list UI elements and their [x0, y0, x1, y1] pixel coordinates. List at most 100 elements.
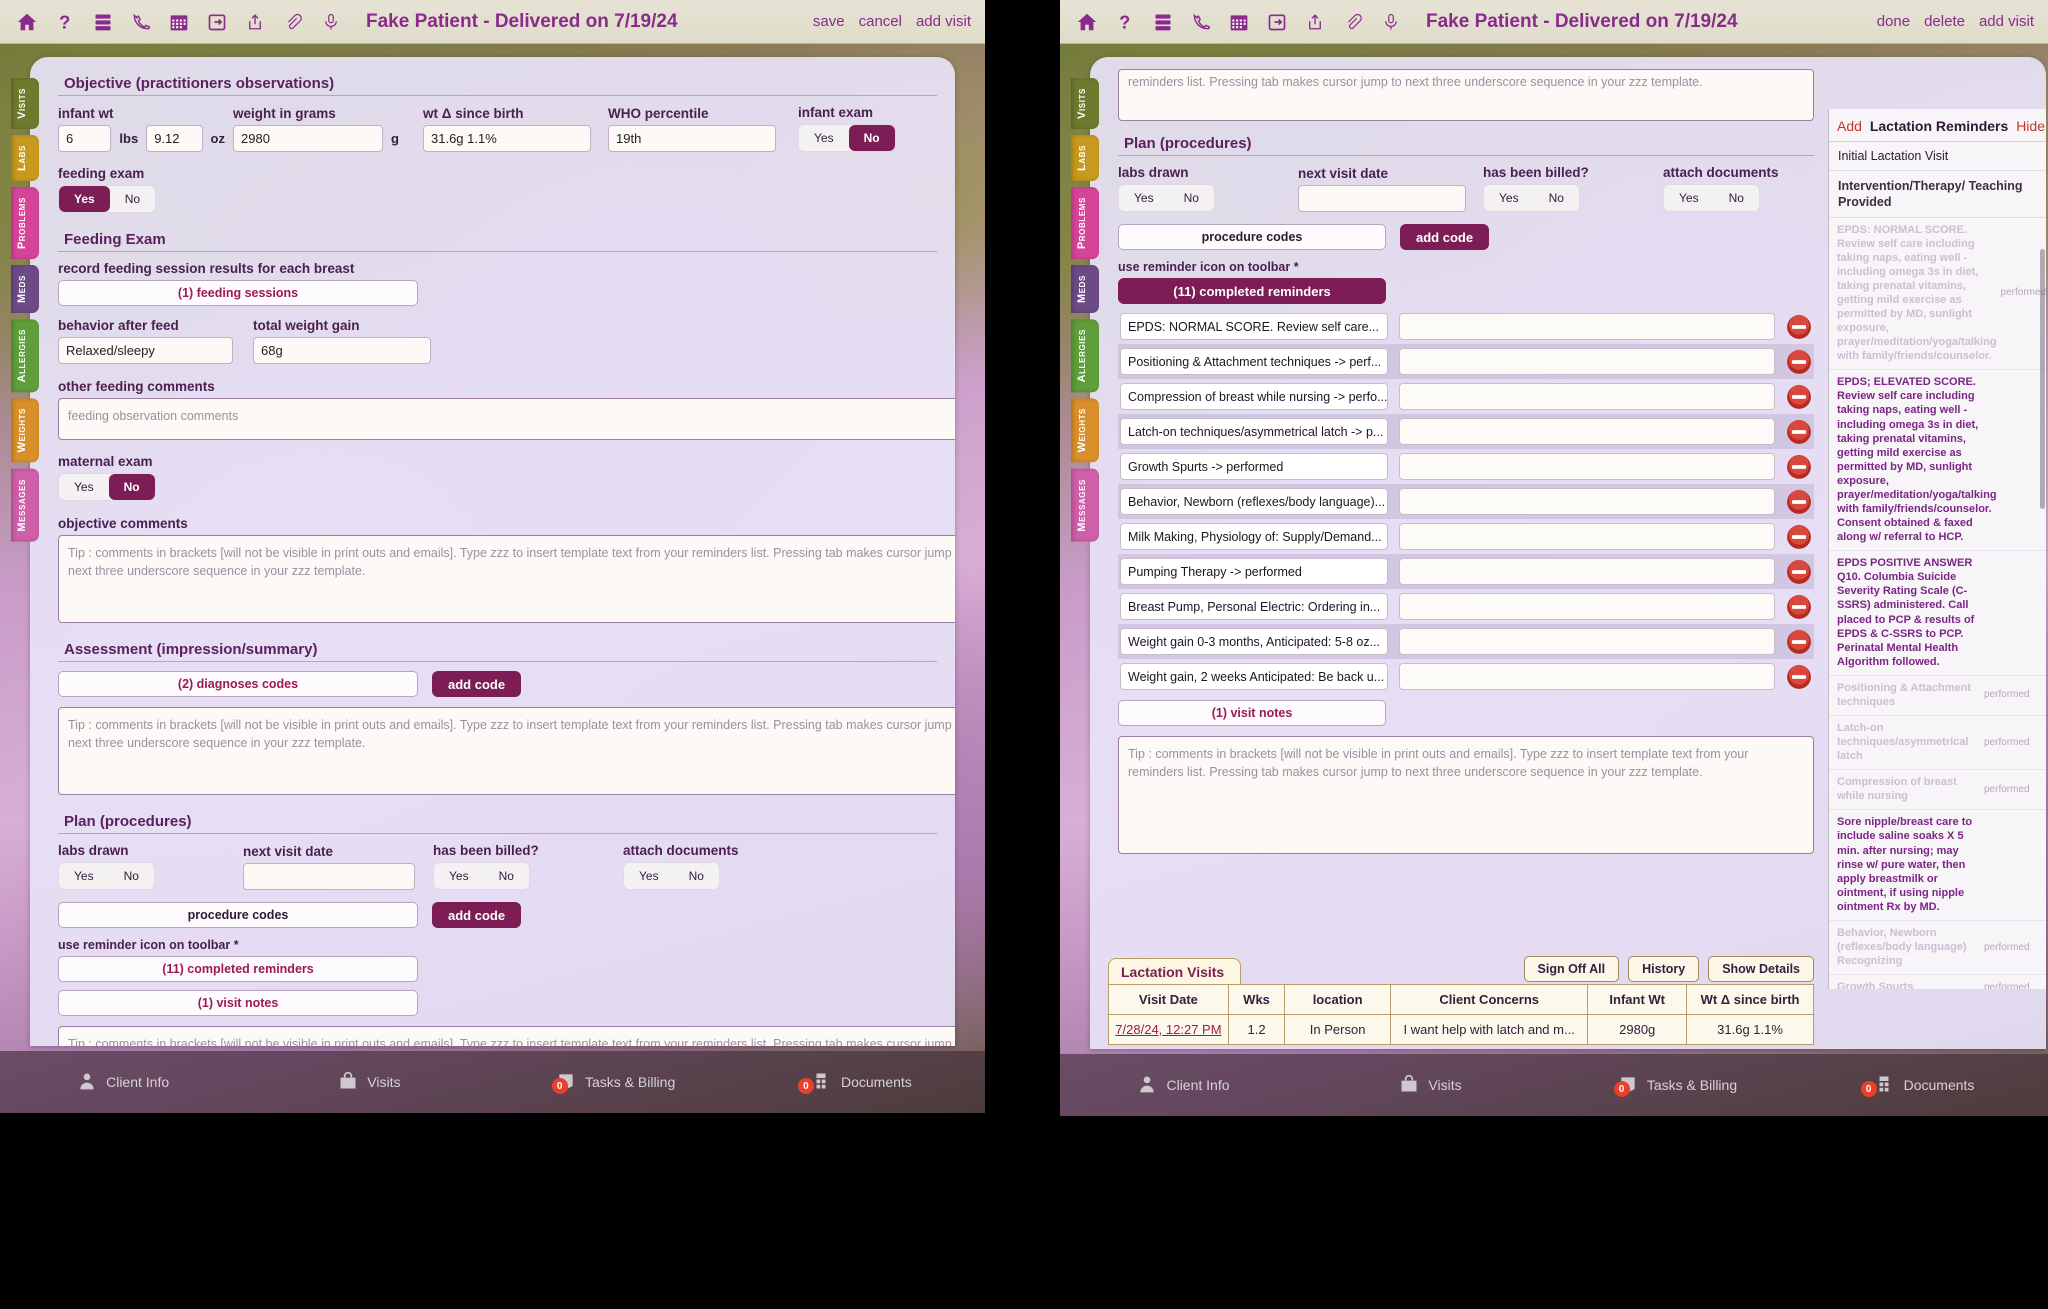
home-icon[interactable] [14, 9, 40, 35]
reminder-panel-item[interactable]: Behavior, Newborn (reflexes/body languag… [1829, 921, 2046, 976]
reminder-name[interactable]: Growth Spurts -> performed [1120, 453, 1388, 480]
home-icon[interactable] [1074, 9, 1100, 35]
remove-icon[interactable] [1786, 489, 1812, 515]
plan-comments-input[interactable]: Tip : comments in brackets [will not be … [58, 1026, 955, 1046]
procedure-codes-button[interactable]: procedure codes [58, 902, 418, 928]
right-attach-toggle[interactable]: Yes No [1663, 184, 1760, 212]
reminder-name[interactable]: Weight gain, 2 weeks Anticipated: Be bac… [1120, 663, 1388, 690]
remove-icon[interactable] [1786, 384, 1812, 410]
sign-off-all-button[interactable]: Sign Off All [1523, 956, 1620, 982]
sidebar-item-labs[interactable]: Labs [11, 134, 39, 181]
paperclip-icon[interactable] [1340, 9, 1366, 35]
calendar-icon[interactable] [1226, 9, 1252, 35]
reminder-name[interactable]: Weight gain 0-3 months, Anticipated: 5-8… [1120, 628, 1388, 655]
reminder-row[interactable]: Compression of breast while nursing -> p… [1118, 379, 1814, 414]
right-plan-comments-input[interactable]: Tip : comments in brackets [will not be … [1118, 736, 1814, 854]
right-billed-yes[interactable]: Yes [1484, 185, 1534, 211]
attach-no[interactable]: No [674, 863, 719, 889]
reminder-row[interactable]: Pumping Therapy -> performed [1118, 554, 1814, 589]
maternal-exam-toggle[interactable]: Yes No [58, 473, 156, 501]
infant-wt-lbs-input[interactable]: 6 [58, 125, 112, 152]
right-attach-no[interactable]: No [1714, 185, 1759, 211]
nav-visits[interactable]: Visits [1307, 1073, 1554, 1097]
diagnoses-codes-button[interactable]: (2) diagnoses codes [58, 671, 418, 697]
reminder-row[interactable]: EPDS: NORMAL SCORE. Review self care... [1118, 309, 1814, 344]
reminder-panel-item[interactable]: Latch-on techniques/asymmetrical latch p… [1829, 716, 2046, 771]
sidebar-item-messages[interactable]: Messages [11, 468, 39, 542]
reminder-value-input[interactable] [1399, 453, 1775, 480]
delete-button[interactable]: delete [1924, 13, 1965, 30]
feeding-sessions-button[interactable]: (1) feeding sessions [58, 280, 418, 306]
right-procedure-codes-button[interactable]: procedure codes [1118, 224, 1386, 250]
right-add-code-button[interactable]: add code [1400, 224, 1490, 250]
sidebar-item-messages[interactable]: Messages [1071, 468, 1099, 542]
right-completed-reminders-button[interactable]: (11) completed reminders [1118, 278, 1386, 304]
right-billed-no[interactable]: No [1534, 185, 1579, 211]
assessment-comments-input[interactable]: Tip : comments in brackets [will not be … [58, 707, 955, 795]
add-visit-button-right[interactable]: add visit [1979, 13, 2034, 30]
scrolled-tip-textarea[interactable]: reminders list. Pressing tab makes curso… [1118, 69, 1814, 121]
cancel-button[interactable]: cancel [859, 13, 902, 30]
reminder-name[interactable]: Breast Pump, Personal Electric: Ordering… [1120, 593, 1388, 620]
other-feeding-comments-input[interactable]: feeding observation comments [58, 398, 955, 440]
reminder-row[interactable]: Positioning & Attachment techniques -> p… [1118, 344, 1814, 379]
completed-reminders-button[interactable]: (11) completed reminders [58, 956, 418, 982]
sidebar-item-problems[interactable]: Problems [1071, 186, 1099, 260]
nav-documents[interactable]: 0 Documents [739, 1070, 985, 1094]
who-percentile-input[interactable]: 19th [608, 125, 776, 152]
reminder-row[interactable]: Weight gain 0-3 months, Anticipated: 5-8… [1118, 624, 1814, 659]
reminder-name[interactable]: Latch-on techniques/asymmetrical latch -… [1120, 418, 1388, 445]
reminder-row[interactable]: Growth Spurts -> performed [1118, 449, 1814, 484]
nav-tasks-billing[interactable]: 0 Tasks & Billing [493, 1070, 739, 1094]
save-button[interactable]: save [813, 13, 845, 30]
remove-icon[interactable] [1786, 594, 1812, 620]
hide-panel-button[interactable]: Hide [2016, 118, 2045, 134]
feeding-exam-toggle[interactable]: Yes No [58, 185, 157, 213]
nav-client-info[interactable]: Client Info [0, 1070, 246, 1094]
remove-icon[interactable] [1786, 664, 1812, 690]
infant-exam-no[interactable]: No [848, 125, 895, 151]
remove-icon[interactable] [1786, 559, 1812, 585]
reminder-panel-item[interactable]: EPDS; ELEVATED SCORE. Review self care i… [1829, 370, 2046, 552]
nav-visits[interactable]: Visits [246, 1070, 492, 1094]
add-reminder-button[interactable]: Add [1837, 118, 1862, 134]
reminder-name[interactable]: Behavior, Newborn (reflexes/body languag… [1120, 488, 1388, 515]
share-icon[interactable] [1302, 9, 1328, 35]
reminder-row[interactable]: Weight gain, 2 weeks Anticipated: Be bac… [1118, 659, 1814, 694]
feeding-exam-no[interactable]: No [110, 186, 155, 212]
right-labs-drawn-toggle[interactable]: Yes No [1118, 184, 1215, 212]
reminder-value-input[interactable] [1399, 628, 1775, 655]
sidebar-item-weights[interactable]: Weights [11, 398, 39, 463]
cell-visit-date[interactable]: 7/28/24, 12:27 PM [1108, 1014, 1229, 1045]
reminder-panel-item[interactable]: Sore nipple/breast care to include salin… [1829, 810, 2046, 921]
sidebar-item-visits[interactable]: Visits [1071, 78, 1099, 129]
sidebar-item-allergies[interactable]: Allergies [1071, 319, 1099, 393]
right-visit-notes-button[interactable]: (1) visit notes [1118, 700, 1386, 726]
paperclip-icon[interactable] [280, 9, 306, 35]
next-visit-date-input[interactable] [243, 863, 415, 890]
share-icon[interactable] [242, 9, 268, 35]
reminder-value-input[interactable] [1399, 593, 1775, 620]
labs-drawn-yes[interactable]: Yes [59, 863, 109, 889]
maternal-exam-no[interactable]: No [108, 474, 155, 500]
export-icon[interactable] [1264, 9, 1290, 35]
right-next-visit-input[interactable] [1298, 185, 1466, 212]
sidebar-item-labs[interactable]: Labs [1071, 134, 1099, 181]
reminder-name[interactable]: Pumping Therapy -> performed [1120, 558, 1388, 585]
infant-exam-yes[interactable]: Yes [799, 125, 849, 151]
reminder-row[interactable]: Behavior, Newborn (reflexes/body languag… [1118, 484, 1814, 519]
reminder-name[interactable]: Compression of breast while nursing -> p… [1120, 383, 1388, 410]
reminder-panel-item[interactable]: EPDS: NORMAL SCORE. Review self care inc… [1829, 218, 2046, 371]
behavior-after-feed-input[interactable]: Relaxed/sleepy [58, 337, 233, 364]
feeding-exam-yes[interactable]: Yes [59, 186, 110, 212]
reminder-value-input[interactable] [1399, 488, 1775, 515]
right-billed-toggle[interactable]: Yes No [1483, 184, 1580, 212]
remove-icon[interactable] [1786, 629, 1812, 655]
reminder-panel-item[interactable]: Positioning & Attachment techniques perf… [1829, 676, 2046, 716]
remove-icon[interactable] [1786, 349, 1812, 375]
sidebar-item-allergies[interactable]: Allergies [11, 319, 39, 393]
nav-documents[interactable]: 0 Documents [1801, 1073, 2048, 1097]
sidebar-item-weights[interactable]: Weights [1071, 398, 1099, 463]
reminder-row[interactable]: Latch-on techniques/asymmetrical latch -… [1118, 414, 1814, 449]
wt-delta-input[interactable]: 31.6g 1.1% [423, 125, 591, 152]
